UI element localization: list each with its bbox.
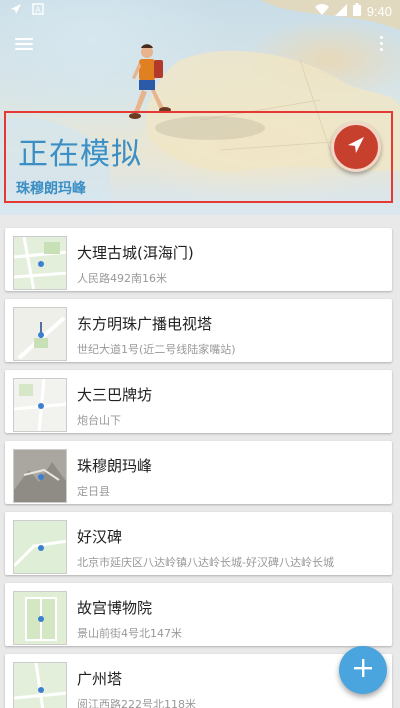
list-item[interactable]: 大理古城(洱海门) 人民路492南16米 xyxy=(5,228,392,291)
status-time: 9:40 xyxy=(366,4,392,19)
svg-text:A: A xyxy=(35,6,41,15)
map-thumb-green xyxy=(13,591,67,645)
add-icon xyxy=(353,658,373,682)
place-name: 东方明珠广播电视塔 xyxy=(77,315,213,333)
header-map-banner: A 9:40 正在模拟 珠穆朗玛峰 xyxy=(0,0,400,215)
list-item[interactable]: 珠穆朗玛峰 定日县 xyxy=(5,441,392,504)
map-thumb-terrain xyxy=(13,449,67,503)
menu-icon[interactable] xyxy=(15,38,33,51)
place-address: 阅江西路222号北118米 xyxy=(77,698,196,708)
place-name: 好汉碑 xyxy=(77,528,123,546)
place-address: 北京市延庆区八达岭镇八达岭长城-好汉碑八达岭长城 xyxy=(77,556,334,569)
map-thumb-green xyxy=(13,520,67,574)
wifi-icon xyxy=(314,3,329,20)
status-bar: A 9:40 xyxy=(0,0,400,24)
place-name: 珠穆朗玛峰 xyxy=(77,457,153,475)
navigate-button[interactable] xyxy=(331,122,381,172)
add-location-button[interactable] xyxy=(339,646,387,694)
battery-icon xyxy=(352,3,361,20)
place-name: 大三巴牌坊 xyxy=(77,386,153,404)
map-thumb-gray xyxy=(13,307,67,361)
navigate-arrow-icon xyxy=(345,134,367,160)
more-vert-icon[interactable] xyxy=(380,36,384,52)
list-item[interactable]: 好汉碑 北京市延庆区八达岭镇八达岭长城-好汉碑八达岭长城 xyxy=(5,512,392,575)
place-address: 定日县 xyxy=(77,485,110,498)
place-address: 世纪大道1号(近二号线陆家嘴站) xyxy=(77,343,236,356)
map-thumb-light xyxy=(13,378,67,432)
place-name: 故宫博物院 xyxy=(77,599,153,617)
simulation-status-box: 正在模拟 珠穆朗玛峰 xyxy=(4,111,393,203)
list-item[interactable]: 广州塔 阅江西路222号北118米 xyxy=(5,654,392,708)
place-address: 炮台山下 xyxy=(77,414,121,427)
map-thumb-green xyxy=(13,662,67,708)
list-item[interactable]: 大三巴牌坊 炮台山下 xyxy=(5,370,392,433)
list-item[interactable]: 东方明珠广播电视塔 世纪大道1号(近二号线陆家嘴站) xyxy=(5,299,392,362)
place-name: 广州塔 xyxy=(77,670,123,688)
navigation-icon xyxy=(10,3,22,19)
simulation-location: 珠穆朗玛峰 xyxy=(16,181,86,197)
place-address: 景山前街4号北147米 xyxy=(77,627,182,640)
place-address: 人民路492南16米 xyxy=(77,272,167,285)
place-name: 大理古城(洱海门) xyxy=(77,244,194,262)
sim-a-icon: A xyxy=(32,3,44,19)
signal-icon xyxy=(334,3,347,20)
simulation-title: 正在模拟 xyxy=(18,137,142,172)
map-thumb-green xyxy=(13,236,67,290)
list-item[interactable]: 故宫博物院 景山前街4号北147米 xyxy=(5,583,392,646)
